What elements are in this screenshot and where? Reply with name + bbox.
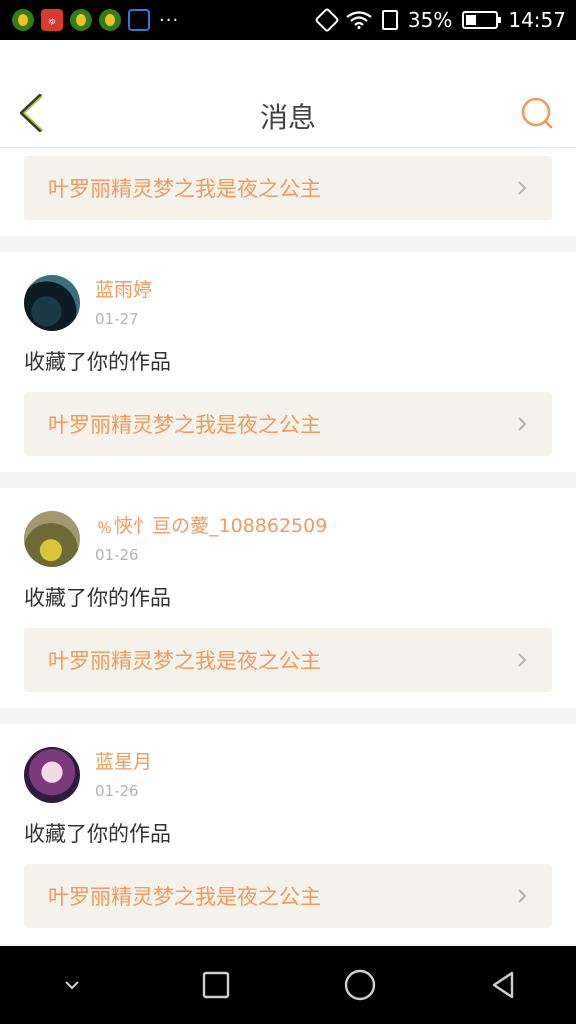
app-icon: [12, 9, 34, 31]
user-name[interactable]: ﹪悏忄亘の薆_108862509: [95, 514, 327, 538]
work-link[interactable]: 叶罗丽精灵梦之我是夜之公主: [24, 156, 552, 220]
message-date: 01-27: [95, 310, 139, 328]
action-text: 收藏了你的作品: [24, 822, 171, 846]
work-link[interactable]: 叶罗丽精灵梦之我是夜之公主: [24, 392, 552, 456]
action-text: 收藏了你的作品: [24, 586, 171, 610]
work-link[interactable]: 叶罗丽精灵梦之我是夜之公主: [24, 628, 552, 692]
message-card: ﹪悏忄亘の薆_108862509 01-26 收藏了你的作品 叶罗丽精灵梦之我是…: [0, 488, 576, 708]
back-nav-button[interactable]: [484, 965, 524, 1005]
chevron-right-icon: [518, 653, 527, 667]
avatar[interactable]: [24, 747, 80, 803]
more-notifications-icon: ···: [159, 9, 180, 31]
work-title: 叶罗丽精灵梦之我是夜之公主: [48, 885, 321, 909]
lock-app-icon: [128, 9, 150, 31]
mute-icon: [314, 7, 340, 33]
work-title: 叶罗丽精灵梦之我是夜之公主: [48, 413, 321, 437]
work-title: 叶罗丽精灵梦之我是夜之公主: [48, 177, 321, 201]
user-name[interactable]: 蓝雨婷: [95, 278, 152, 302]
user-name[interactable]: 蓝星月: [95, 750, 152, 774]
chevron-right-icon: [518, 889, 527, 903]
message-card: 蓝星月 01-26 收藏了你的作品 叶罗丽精灵梦之我是夜之公主: [0, 724, 576, 944]
avatar[interactable]: [24, 511, 80, 567]
work-link[interactable]: 叶罗丽精灵梦之我是夜之公主: [24, 864, 552, 928]
status-bar: ゅ ··· 35% 14:57: [0, 0, 576, 40]
clock: 14:57: [508, 8, 566, 32]
chevron-right-icon: [518, 417, 527, 431]
message-card: 叶罗丽精灵梦之我是夜之公主: [0, 148, 576, 236]
message-feed[interactable]: 叶罗丽精灵梦之我是夜之公主 蓝雨婷 01-27 收藏了你的作品 叶罗丽精灵梦之我…: [0, 148, 576, 946]
system-nav-bar: [0, 946, 576, 1024]
search-icon[interactable]: [520, 96, 554, 130]
message-date: 01-26: [95, 546, 139, 564]
wifi-icon: [346, 11, 372, 29]
message-date: 01-26: [95, 782, 139, 800]
avatar[interactable]: [24, 275, 80, 331]
page-title: 消息: [259, 101, 316, 134]
home-button[interactable]: [340, 965, 380, 1005]
hide-nav-chevron-down-icon[interactable]: [52, 965, 92, 1005]
chevron-right-icon: [518, 181, 527, 195]
battery-fill: [466, 15, 477, 25]
message-card: 蓝雨婷 01-27 收藏了你的作品 叶罗丽精灵梦之我是夜之公主: [0, 252, 576, 472]
battery-icon: [462, 11, 502, 29]
app-header: 消息: [0, 40, 576, 148]
app-icon: [99, 9, 121, 31]
battery-percent: 35%: [407, 8, 453, 32]
action-text: 收藏了你的作品: [24, 350, 171, 374]
sim-card-icon: [381, 10, 398, 30]
app-icon-red: ゅ: [41, 9, 63, 31]
recent-apps-button[interactable]: [196, 965, 236, 1005]
app-icon: [70, 9, 92, 31]
work-title: 叶罗丽精灵梦之我是夜之公主: [48, 649, 321, 673]
